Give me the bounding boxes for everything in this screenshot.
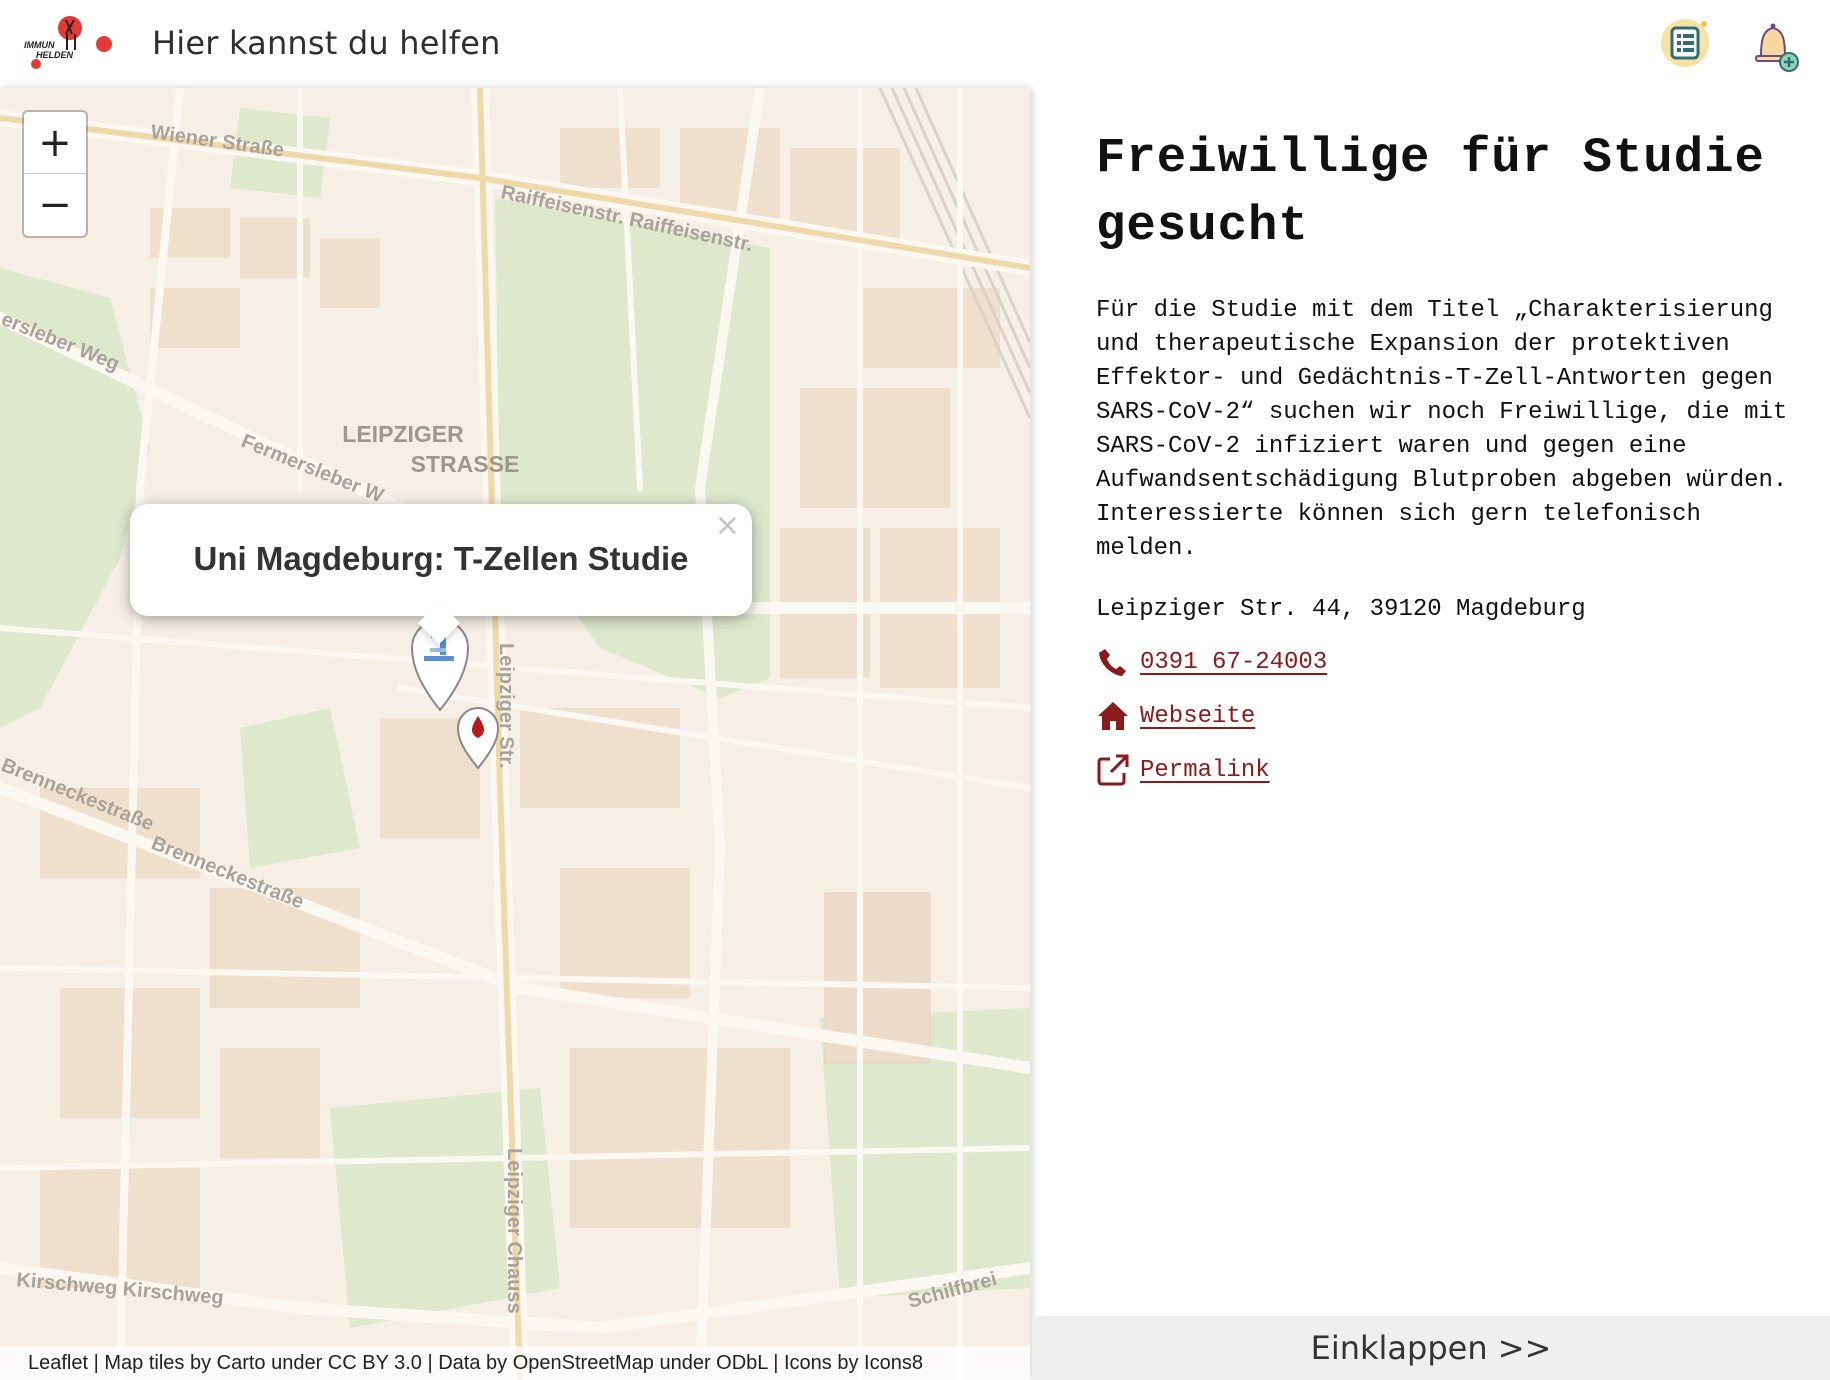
website-row: Webseite (1096, 699, 1796, 733)
map-view[interactable]: Wiener Straße Raiffeisenstr. Raiffeisens… (0, 88, 1030, 1380)
zoom-in-button[interactable]: + (24, 112, 86, 174)
detail-title: Freiwillige für Studie gesucht (1096, 130, 1765, 254)
district-label-1: LEIPZIGER (342, 421, 464, 447)
detail-description: Für die Studie mit dem Titel „Charakteri… (1096, 297, 1788, 562)
svg-text:IMMUN: IMMUN (24, 40, 55, 50)
popup-title: Uni Magdeburg: T-Zellen Studie (193, 540, 689, 577)
immunhelden-logo[interactable]: IMMUN HELDEN (22, 14, 114, 72)
permalink-row: Permalink (1096, 753, 1796, 787)
map-tiles: Wiener Straße Raiffeisenstr. Raiffeisens… (0, 88, 1030, 1380)
detail-address: Leipziger Str. 44, 39120 Magdeburg (1096, 596, 1586, 623)
detail-panel: Freiwillige für Studie gesucht Für die S… (1096, 88, 1796, 787)
list-icon[interactable] (1658, 16, 1712, 70)
svg-text:HELDEN: HELDEN (36, 50, 74, 60)
phone-icon (1099, 649, 1126, 676)
district-label-2: STRASSE (411, 451, 520, 477)
popup-close-button[interactable]: × (715, 508, 740, 543)
phone-link[interactable]: 0391 67-24003 (1140, 649, 1327, 676)
home-icon (1098, 702, 1128, 730)
page-title: Hier kannst du helfen (152, 24, 501, 62)
website-link[interactable]: Webseite (1140, 703, 1255, 730)
zoom-control: + − (22, 110, 88, 238)
phone-row: 0391 67-24003 (1096, 645, 1796, 679)
zoom-out-button[interactable]: − (24, 174, 86, 235)
marker-popup: Uni Magdeburg: T-Zellen Studie × (130, 504, 752, 645)
collapse-button[interactable]: Einklappen >> (1032, 1316, 1830, 1380)
bell-add-icon[interactable] (1744, 16, 1802, 74)
street-label-leipziger-chaussee: Leipziger Chauss (503, 1148, 525, 1314)
external-link-icon (1097, 754, 1129, 786)
street-label-leipziger-str: Leipziger Str. (495, 643, 517, 769)
map-attribution[interactable]: Leaflet | Map tiles by Carto under CC BY… (0, 1346, 1030, 1380)
permalink-link[interactable]: Permalink (1140, 757, 1270, 784)
app-header: IMMUN HELDEN Hier kannst du helfen (0, 0, 1830, 88)
